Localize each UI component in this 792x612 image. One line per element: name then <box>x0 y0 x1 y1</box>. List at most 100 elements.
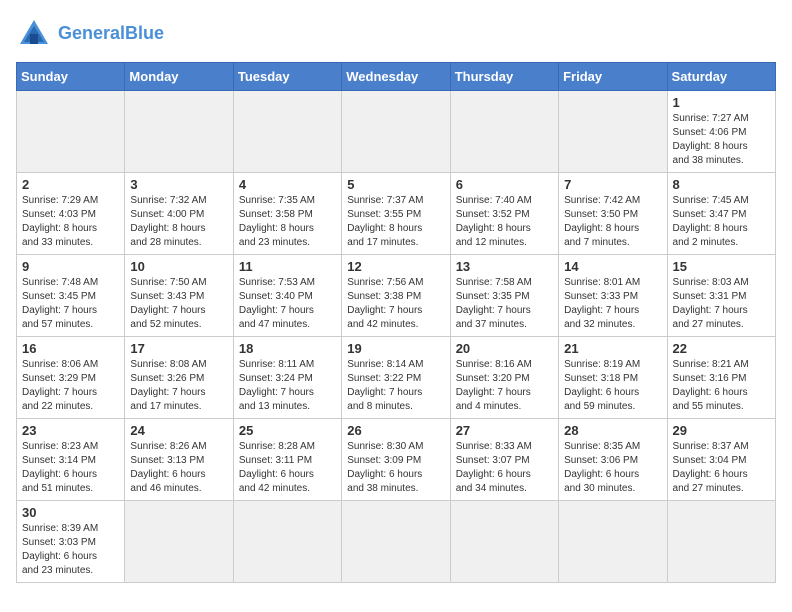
day-number: 15 <box>673 259 770 274</box>
day-number: 2 <box>22 177 119 192</box>
calendar-cell <box>233 91 341 173</box>
calendar-table: SundayMondayTuesdayWednesdayThursdayFrid… <box>16 62 776 583</box>
day-number: 17 <box>130 341 227 356</box>
day-info: Sunrise: 8:03 AM Sunset: 3:31 PM Dayligh… <box>673 276 770 332</box>
day-number: 21 <box>564 341 661 356</box>
calendar-cell: 24 Sunrise: 8:26 AM Sunset: 3:13 PM Dayli… <box>125 419 233 501</box>
calendar-header-row: SundayMondayTuesdayWednesdayThursdayFrid… <box>17 63 776 91</box>
day-info: Sunrise: 7:32 AM Sunset: 4:00 PM Dayligh… <box>130 194 227 250</box>
day-info: Sunrise: 7:42 AM Sunset: 3:50 PM Dayligh… <box>564 194 661 250</box>
day-number: 23 <box>22 423 119 438</box>
day-number: 16 <box>22 341 119 356</box>
day-number: 24 <box>130 423 227 438</box>
day-info: Sunrise: 7:37 AM Sunset: 3:55 PM Dayligh… <box>347 194 444 250</box>
calendar-cell: 1 Sunrise: 7:27 AM Sunset: 4:06 PM Daylig… <box>667 91 775 173</box>
day-number: 27 <box>456 423 553 438</box>
calendar-cell: 13Sunrise: 7:58 AM Sunset: 3:35 PM Dayli… <box>450 255 558 337</box>
day-info: Sunrise: 7:35 AM Sunset: 3:58 PM Dayligh… <box>239 194 336 250</box>
day-info: Sunrise: 7:29 AM Sunset: 4:03 PM Dayligh… <box>22 194 119 250</box>
day-number: 5 <box>347 177 444 192</box>
day-info: Sunrise: 7:48 AM Sunset: 3:45 PM Dayligh… <box>22 276 119 332</box>
day-info: Sunrise: 7:53 AM Sunset: 3:40 PM Dayligh… <box>239 276 336 332</box>
day-header-tuesday: Tuesday <box>233 63 341 91</box>
calendar-cell: 15 Sunrise: 8:03 AM Sunset: 3:31 PM Dayli… <box>667 255 775 337</box>
day-info: Sunrise: 8:30 AM Sunset: 3:09 PM Dayligh… <box>347 440 444 496</box>
logo-text: GeneralBlue <box>58 24 164 44</box>
day-number: 1 <box>673 95 770 110</box>
calendar-cell <box>342 91 450 173</box>
day-info: Sunrise: 8:35 AM Sunset: 3:06 PM Dayligh… <box>564 440 661 496</box>
day-info: Sunrise: 8:33 AM Sunset: 3:07 PM Dayligh… <box>456 440 553 496</box>
calendar-cell <box>233 501 341 583</box>
day-number: 19 <box>347 341 444 356</box>
day-number: 25 <box>239 423 336 438</box>
logo: GeneralBlue <box>16 16 164 52</box>
calendar-cell: 9 Sunrise: 7:48 AM Sunset: 3:45 PM Daylig… <box>17 255 125 337</box>
day-number: 3 <box>130 177 227 192</box>
day-header-wednesday: Wednesday <box>342 63 450 91</box>
day-number: 22 <box>673 341 770 356</box>
calendar-cell: 29Sunrise: 8:37 AM Sunset: 3:04 PM Dayli… <box>667 419 775 501</box>
day-info: Sunrise: 7:27 AM Sunset: 4:06 PM Dayligh… <box>673 112 770 168</box>
calendar-cell: 21 Sunrise: 8:19 AM Sunset: 3:18 PM Dayli… <box>559 337 667 419</box>
page-header: GeneralBlue <box>16 16 776 52</box>
day-info: Sunrise: 8:08 AM Sunset: 3:26 PM Dayligh… <box>130 358 227 414</box>
calendar-cell <box>667 501 775 583</box>
calendar-week-3: 9 Sunrise: 7:48 AM Sunset: 3:45 PM Daylig… <box>17 255 776 337</box>
calendar-cell: 18 Sunrise: 8:11 AM Sunset: 3:24 PM Dayli… <box>233 337 341 419</box>
calendar-cell: 22Sunrise: 8:21 AM Sunset: 3:16 PM Dayli… <box>667 337 775 419</box>
day-header-friday: Friday <box>559 63 667 91</box>
day-number: 9 <box>22 259 119 274</box>
day-number: 18 <box>239 341 336 356</box>
logo-blue: Blue <box>125 23 164 43</box>
calendar-cell: 11Sunrise: 7:53 AM Sunset: 3:40 PM Dayli… <box>233 255 341 337</box>
day-number: 30 <box>22 505 119 520</box>
calendar-cell <box>450 91 558 173</box>
calendar-week-1: 1 Sunrise: 7:27 AM Sunset: 4:06 PM Daylig… <box>17 91 776 173</box>
calendar-cell: 6Sunrise: 7:40 AM Sunset: 3:52 PM Daylig… <box>450 173 558 255</box>
day-info: Sunrise: 7:40 AM Sunset: 3:52 PM Dayligh… <box>456 194 553 250</box>
calendar-cell <box>125 501 233 583</box>
logo-general: General <box>58 23 125 43</box>
day-number: 29 <box>673 423 770 438</box>
calendar-cell: 7 Sunrise: 7:42 AM Sunset: 3:50 PM Daylig… <box>559 173 667 255</box>
day-info: Sunrise: 8:16 AM Sunset: 3:20 PM Dayligh… <box>456 358 553 414</box>
day-number: 7 <box>564 177 661 192</box>
day-number: 12 <box>347 259 444 274</box>
calendar-cell: 14 Sunrise: 8:01 AM Sunset: 3:33 PM Dayli… <box>559 255 667 337</box>
day-info: Sunrise: 8:06 AM Sunset: 3:29 PM Dayligh… <box>22 358 119 414</box>
calendar-week-6: 30 Sunrise: 8:39 AM Sunset: 3:03 PM Dayli… <box>17 501 776 583</box>
day-info: Sunrise: 8:01 AM Sunset: 3:33 PM Dayligh… <box>564 276 661 332</box>
day-number: 28 <box>564 423 661 438</box>
day-info: Sunrise: 7:56 AM Sunset: 3:38 PM Dayligh… <box>347 276 444 332</box>
day-info: Sunrise: 8:11 AM Sunset: 3:24 PM Dayligh… <box>239 358 336 414</box>
day-info: Sunrise: 8:39 AM Sunset: 3:03 PM Dayligh… <box>22 522 119 578</box>
calendar-cell: 16 Sunrise: 8:06 AM Sunset: 3:29 PM Dayli… <box>17 337 125 419</box>
day-number: 26 <box>347 423 444 438</box>
calendar-cell: 20Sunrise: 8:16 AM Sunset: 3:20 PM Dayli… <box>450 337 558 419</box>
day-number: 14 <box>564 259 661 274</box>
day-header-saturday: Saturday <box>667 63 775 91</box>
calendar-cell: 28 Sunrise: 8:35 AM Sunset: 3:06 PM Dayli… <box>559 419 667 501</box>
day-number: 13 <box>456 259 553 274</box>
calendar-cell: 26 Sunrise: 8:30 AM Sunset: 3:09 PM Dayli… <box>342 419 450 501</box>
day-info: Sunrise: 7:45 AM Sunset: 3:47 PM Dayligh… <box>673 194 770 250</box>
calendar-cell: 30 Sunrise: 8:39 AM Sunset: 3:03 PM Dayli… <box>17 501 125 583</box>
calendar-week-5: 23Sunrise: 8:23 AM Sunset: 3:14 PM Dayli… <box>17 419 776 501</box>
day-info: Sunrise: 8:26 AM Sunset: 3:13 PM Dayligh… <box>130 440 227 496</box>
day-header-monday: Monday <box>125 63 233 91</box>
calendar-cell: 2 Sunrise: 7:29 AM Sunset: 4:03 PM Daylig… <box>17 173 125 255</box>
day-header-thursday: Thursday <box>450 63 558 91</box>
day-number: 10 <box>130 259 227 274</box>
day-info: Sunrise: 8:14 AM Sunset: 3:22 PM Dayligh… <box>347 358 444 414</box>
calendar-cell <box>559 501 667 583</box>
day-info: Sunrise: 8:19 AM Sunset: 3:18 PM Dayligh… <box>564 358 661 414</box>
calendar-cell: 25 Sunrise: 8:28 AM Sunset: 3:11 PM Dayli… <box>233 419 341 501</box>
calendar-cell <box>450 501 558 583</box>
calendar-cell: 4Sunrise: 7:35 AM Sunset: 3:58 PM Daylig… <box>233 173 341 255</box>
day-info: Sunrise: 8:28 AM Sunset: 3:11 PM Dayligh… <box>239 440 336 496</box>
day-info: Sunrise: 7:50 AM Sunset: 3:43 PM Dayligh… <box>130 276 227 332</box>
calendar-week-2: 2 Sunrise: 7:29 AM Sunset: 4:03 PM Daylig… <box>17 173 776 255</box>
calendar-cell <box>342 501 450 583</box>
calendar-cell <box>559 91 667 173</box>
